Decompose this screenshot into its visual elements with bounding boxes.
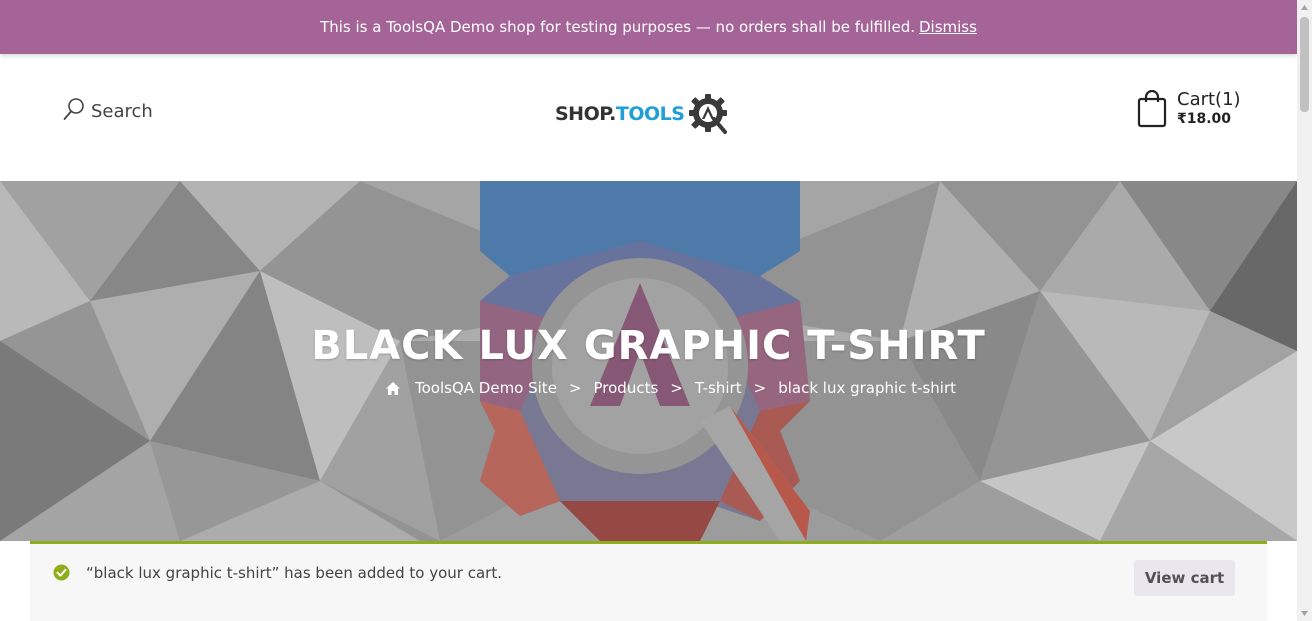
search-label: Search bbox=[91, 100, 153, 122]
breadcrumb: ToolsQA Demo Site > Products > T-shirt >… bbox=[385, 379, 956, 397]
breadcrumb-separator: > bbox=[753, 379, 767, 397]
cart-summary: Cart(1) ₹18.00 bbox=[1177, 90, 1241, 128]
page-scrollbar[interactable] bbox=[1297, 0, 1312, 621]
cart-total: ₹18.00 bbox=[1177, 111, 1232, 127]
message-text: “black lux graphic t-shirt” has been add… bbox=[86, 564, 503, 582]
logo-text: SHOP.TOOLS bbox=[555, 103, 685, 125]
cart-bag-icon bbox=[1137, 89, 1167, 132]
breadcrumb-separator: > bbox=[568, 379, 582, 397]
breadcrumb-item-home[interactable]: ToolsQA Demo Site bbox=[415, 379, 557, 397]
breadcrumb-item-current: black lux graphic t-shirt bbox=[778, 379, 957, 397]
cart-count-label: Cart(1) bbox=[1177, 89, 1241, 110]
page-title: BLACK LUX GRAPHIC T-SHIRT bbox=[311, 323, 986, 369]
page-hero-banner: BLACK LUX GRAPHIC T-SHIRT ToolsQA Demo S… bbox=[0, 181, 1297, 541]
added-to-cart-message: “black lux graphic t-shirt” has been add… bbox=[30, 541, 1267, 621]
demo-store-notice: This is a ToolsQA Demo shop for testing … bbox=[0, 0, 1297, 54]
check-circle-icon bbox=[53, 564, 70, 585]
scroll-down-arrow-icon[interactable] bbox=[1297, 606, 1312, 621]
breadcrumb-separator: > bbox=[670, 379, 683, 397]
search-toggle[interactable]: Search bbox=[63, 97, 153, 125]
site-logo[interactable]: SHOP.TOOLS bbox=[555, 92, 731, 136]
logo-gear-icon bbox=[687, 92, 731, 136]
scroll-up-arrow-icon[interactable] bbox=[1297, 0, 1312, 15]
header-cart[interactable]: Cart(1) ₹18.00 bbox=[1137, 90, 1241, 132]
view-cart-button[interactable]: View cart bbox=[1134, 560, 1235, 596]
dismiss-link[interactable]: Dismiss bbox=[919, 18, 977, 36]
scrollbar-thumb[interactable] bbox=[1300, 17, 1309, 112]
page: This is a ToolsQA Demo shop for testing … bbox=[0, 0, 1297, 621]
search-icon bbox=[63, 97, 85, 125]
breadcrumb-item-products[interactable]: Products bbox=[594, 379, 659, 397]
home-icon[interactable] bbox=[385, 381, 401, 396]
site-header: Search SHOP.TOOLS Cart(1) ₹18.00 bbox=[0, 54, 1297, 181]
breadcrumb-item-category[interactable]: T-shirt bbox=[695, 379, 742, 397]
notice-text: This is a ToolsQA Demo shop for testing … bbox=[320, 18, 915, 36]
